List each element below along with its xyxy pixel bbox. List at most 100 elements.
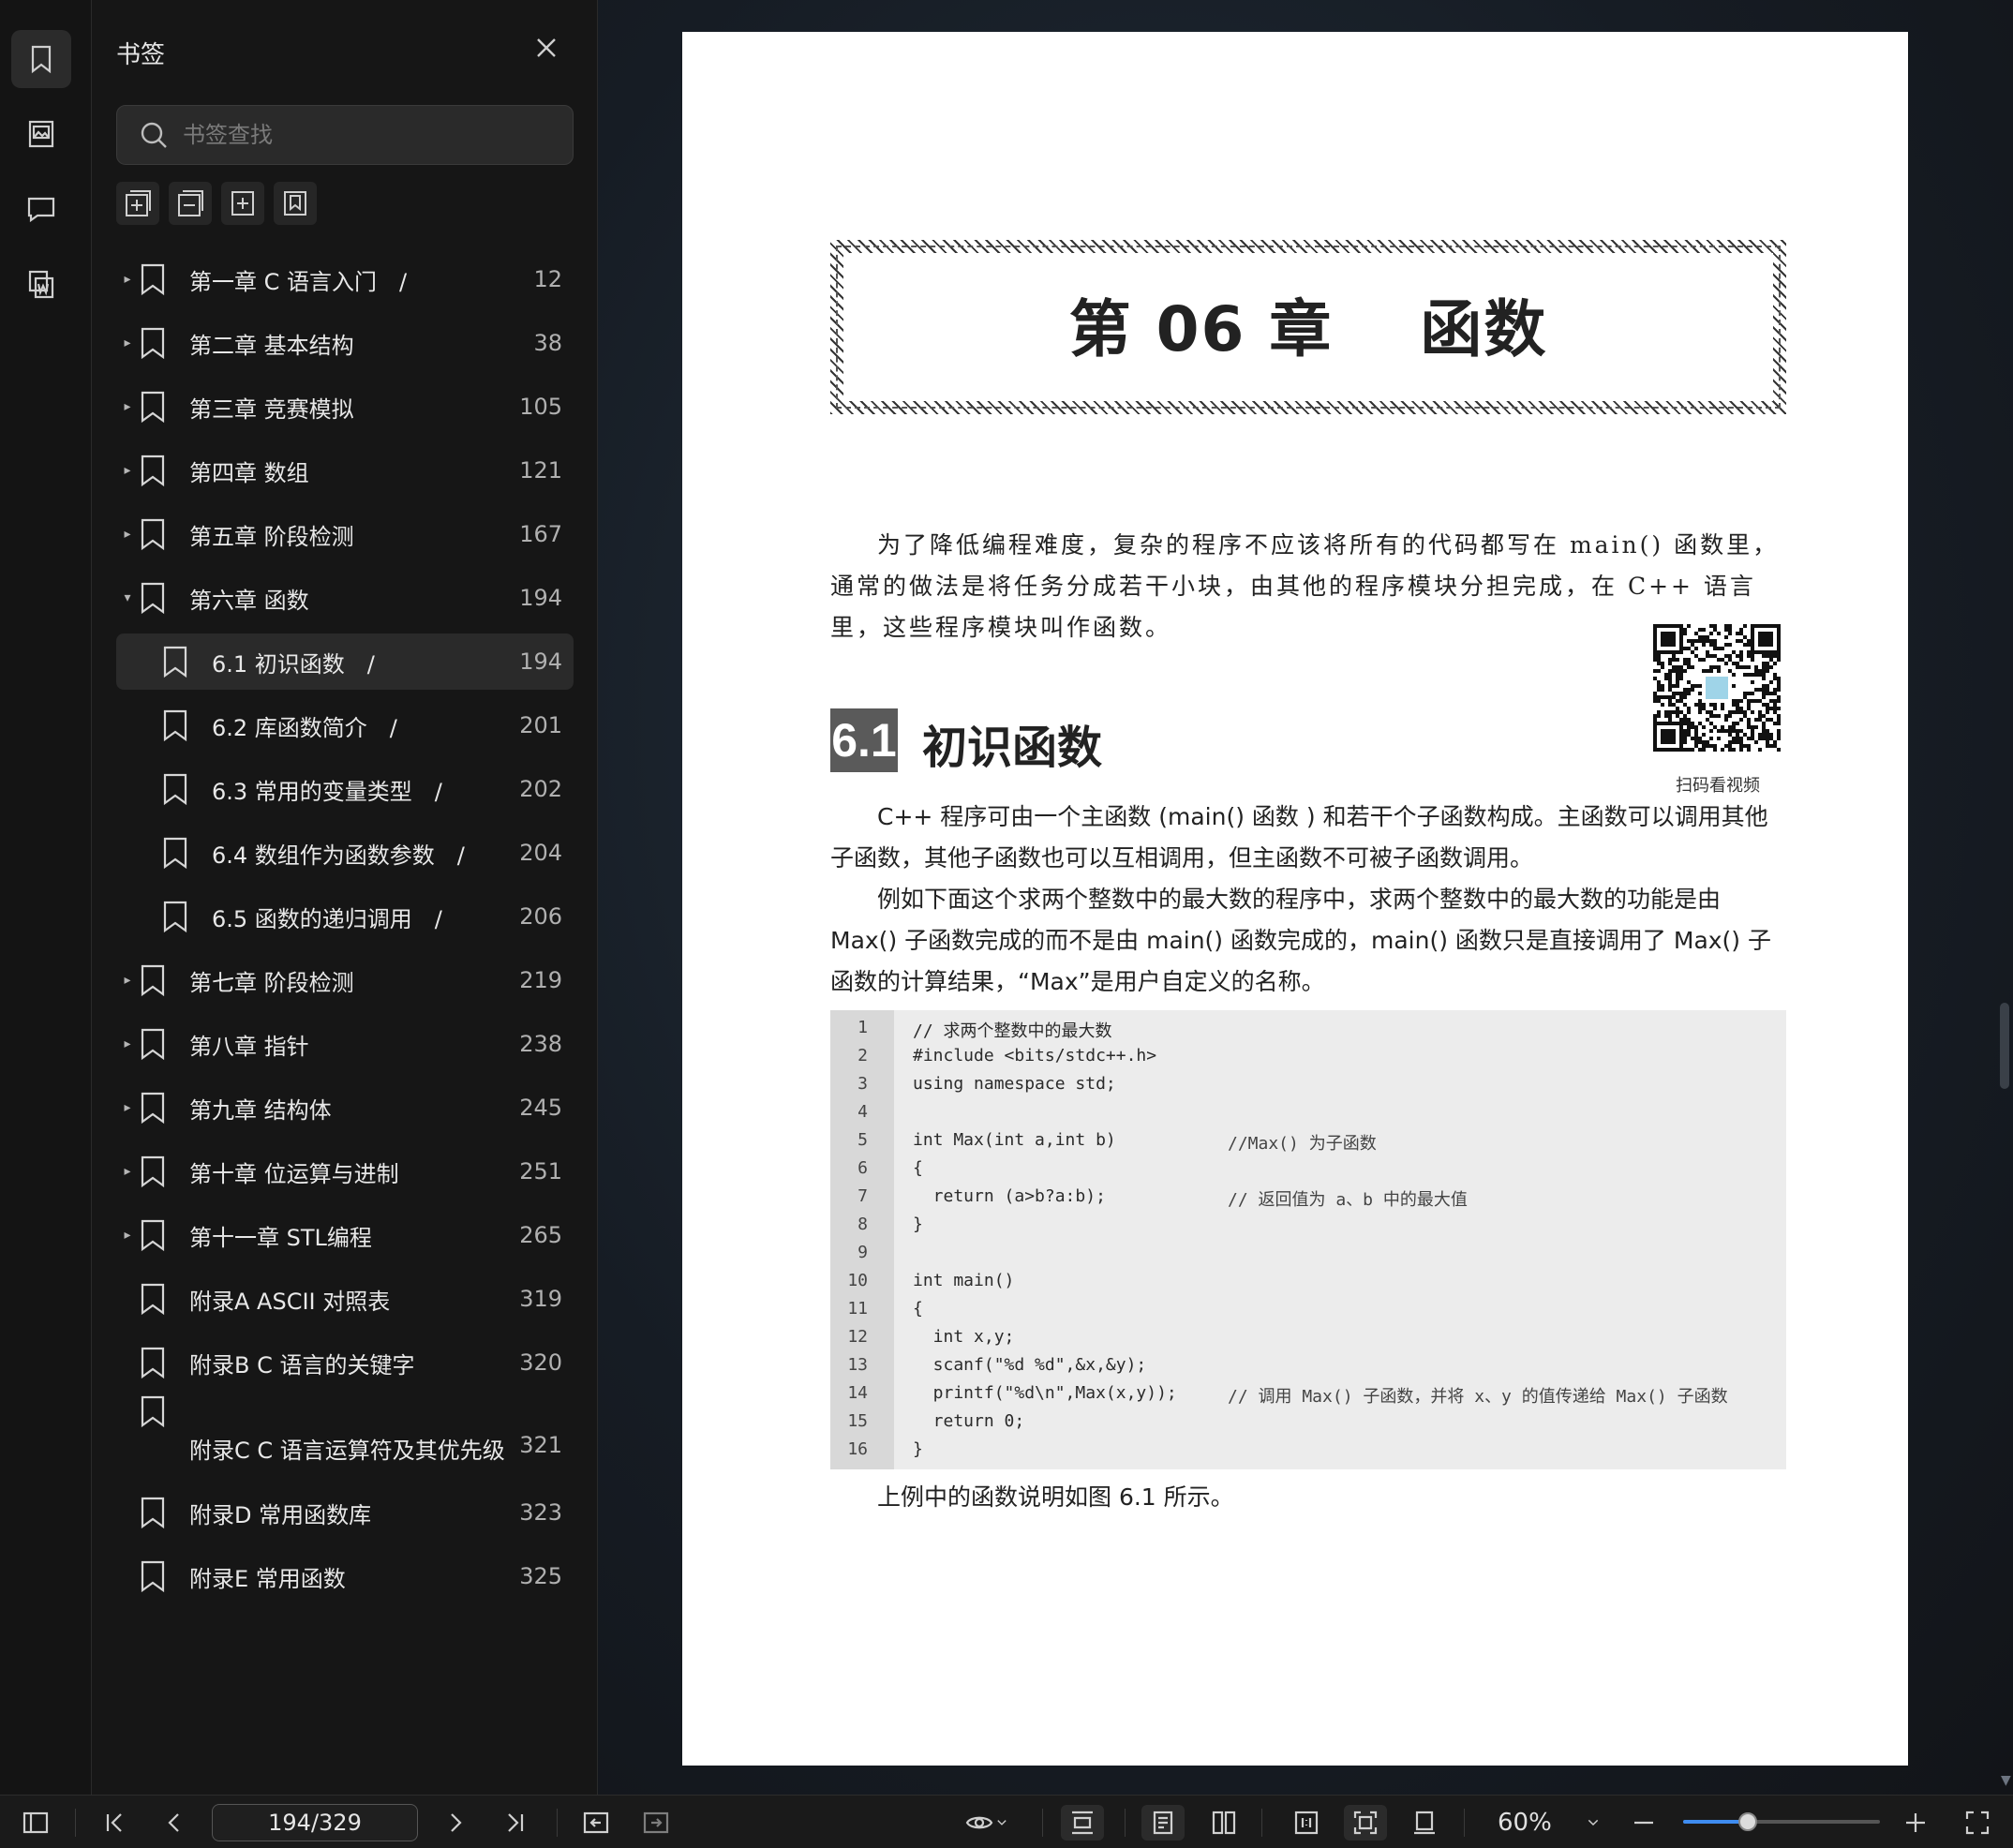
bookmark-item[interactable]: 附录A ASCII 对照表 319 bbox=[116, 1271, 574, 1327]
bookmark-item[interactable]: ▸ 第一章 C 语言入门 / 12 bbox=[116, 251, 574, 307]
bookmark-label: 附录C C 语言运算符及其优先级 bbox=[189, 1438, 505, 1464]
bookmark-item[interactable]: 附录E 常用函数 325 bbox=[116, 1548, 574, 1604]
code-line: 3 using namespace std; bbox=[830, 1074, 1786, 1102]
line-number: 7 bbox=[857, 1186, 868, 1206]
last-page-button[interactable] bbox=[499, 1805, 532, 1841]
code-text: } bbox=[913, 1439, 923, 1459]
add-bookmark-button[interactable] bbox=[221, 182, 264, 225]
chapter-title: 第 06 章 函数 bbox=[1068, 293, 1548, 365]
caret-right-icon[interactable]: ▸ bbox=[120, 335, 135, 350]
bookmark-label: 第六章 函数 bbox=[189, 587, 309, 614]
bookmark-item[interactable]: ▸ 第二章 基本结构 38 bbox=[116, 315, 574, 371]
fullscreen-button[interactable] bbox=[1959, 1805, 1996, 1841]
bookmark-page-button[interactable] bbox=[274, 182, 317, 225]
single-page-button[interactable] bbox=[1141, 1805, 1185, 1841]
bookmark-panel-button[interactable] bbox=[11, 30, 71, 88]
line-number: 9 bbox=[857, 1243, 868, 1262]
line-number: 11 bbox=[847, 1299, 868, 1319]
bookmark-item[interactable]: 6.1 初识函数 / 194 bbox=[116, 633, 574, 690]
line-number: 4 bbox=[857, 1102, 868, 1122]
bookmark-item[interactable]: ▸ 第九章 结构体 245 bbox=[116, 1080, 574, 1136]
caret-down-icon[interactable]: ▾ bbox=[120, 590, 135, 605]
bookmark-page-number: 265 bbox=[519, 1222, 562, 1248]
expand-all-button[interactable] bbox=[116, 182, 159, 225]
code-line: 14 printf("%d\n",Max(x,y)); // 调用 Max() 子… bbox=[830, 1383, 1786, 1411]
bookmark-item[interactable]: ▸ 第十一章 STL编程 265 bbox=[116, 1207, 574, 1263]
page-number-input[interactable] bbox=[212, 1804, 418, 1841]
bookmark-page-number: 206 bbox=[519, 903, 562, 930]
close-panel-button[interactable] bbox=[532, 34, 570, 71]
toggle-sidebar-button[interactable] bbox=[17, 1805, 54, 1841]
bookmark-item[interactable]: 6.4 数组作为函数参数 / 204 bbox=[116, 825, 574, 881]
bookmark-item[interactable]: 6.2 库函数简介 / 201 bbox=[116, 697, 574, 753]
bookmark-page-number: 167 bbox=[519, 521, 562, 547]
zoom-in-button[interactable] bbox=[1899, 1805, 1932, 1841]
bookmark-item[interactable]: ▾ 第六章 函数 194 bbox=[116, 570, 574, 626]
section-title: 初识函数 bbox=[922, 722, 1103, 774]
bookmark-search-input[interactable] bbox=[183, 122, 558, 148]
previous-page-button[interactable] bbox=[157, 1805, 191, 1841]
code-text: { bbox=[913, 1158, 923, 1178]
code-line: 16} bbox=[830, 1439, 1786, 1468]
collapse-all-button[interactable] bbox=[169, 182, 212, 225]
rotate-button[interactable] bbox=[1406, 1805, 1443, 1841]
line-number: 13 bbox=[847, 1355, 868, 1375]
bookmark-icon bbox=[139, 963, 167, 997]
fit-width-button[interactable] bbox=[1061, 1805, 1104, 1841]
zoom-dropdown-button[interactable] bbox=[1578, 1805, 1608, 1841]
close-icon bbox=[537, 38, 556, 57]
caret-right-icon[interactable]: ▸ bbox=[120, 1164, 135, 1179]
scroll-down-arrow-icon[interactable]: ▼ bbox=[2001, 1773, 2011, 1788]
bookmark-icon bbox=[139, 1091, 167, 1125]
back-button[interactable] bbox=[579, 1805, 613, 1841]
caret-right-icon[interactable]: ▸ bbox=[120, 527, 135, 542]
first-page-button[interactable] bbox=[97, 1805, 131, 1841]
bookmark-page-number: 321 bbox=[519, 1432, 562, 1458]
bookmark-item[interactable]: ▸ 第十章 位运算与进制 251 bbox=[116, 1143, 574, 1200]
caret-right-icon[interactable]: ▸ bbox=[120, 1036, 135, 1051]
actual-size-button[interactable] bbox=[1288, 1805, 1325, 1841]
bookmark-item[interactable]: ▸ 第八章 指针 238 bbox=[116, 1016, 574, 1072]
next-page-button[interactable] bbox=[439, 1805, 472, 1841]
fit-width-icon bbox=[1072, 1811, 1093, 1835]
code-text: using namespace std; bbox=[913, 1074, 1116, 1094]
code-line: 2 #include <bits/stdc++.h> bbox=[830, 1046, 1786, 1074]
caret-right-icon[interactable]: ▸ bbox=[120, 1100, 135, 1115]
zoom-slider[interactable] bbox=[1683, 1812, 1880, 1831]
zoom-slider-handle[interactable] bbox=[1738, 1812, 1758, 1831]
view-mode-dropdown[interactable] bbox=[958, 1805, 1018, 1841]
bookmark-item[interactable]: ▸ 第五章 阶段检测 167 bbox=[116, 506, 574, 562]
plus-icon bbox=[1906, 1813, 1925, 1832]
bookmark-item[interactable]: ▸ 第四章 数组 121 bbox=[116, 442, 574, 499]
bookmark-icon bbox=[139, 390, 167, 424]
zoom-out-button[interactable] bbox=[1627, 1805, 1661, 1841]
bookmark-icon bbox=[139, 326, 167, 360]
bookmark-page-number: 194 bbox=[519, 585, 562, 611]
fit-page-button[interactable] bbox=[1344, 1805, 1387, 1841]
zoom-level[interactable]: 60% bbox=[1498, 1809, 1552, 1837]
caret-right-icon[interactable]: ▸ bbox=[120, 272, 135, 287]
line-number: 5 bbox=[857, 1130, 868, 1150]
caret-right-icon[interactable]: ▸ bbox=[120, 399, 135, 414]
thumbnail-panel-button[interactable] bbox=[11, 105, 71, 163]
minus-icon bbox=[1634, 1821, 1653, 1825]
document-viewport[interactable]: 第 06 章 函数 为了降低编程难度，复杂的程序不应该将所有的代码都写在 mai… bbox=[598, 0, 2013, 1795]
word-export-button[interactable] bbox=[11, 255, 71, 313]
bookmark-item[interactable]: 附录B C 语言的关键字 320 bbox=[116, 1334, 574, 1391]
bookmark-item[interactable]: 6.5 函数的递归调用 / 206 bbox=[116, 888, 574, 945]
caret-right-icon[interactable]: ▸ bbox=[120, 973, 135, 988]
forward-button[interactable] bbox=[639, 1805, 673, 1841]
bookmark-item[interactable]: 附录C C 语言运算符及其优先级 321 bbox=[116, 1395, 574, 1464]
two-page-button[interactable] bbox=[1205, 1805, 1243, 1841]
caret-right-icon[interactable]: ▸ bbox=[120, 1228, 135, 1243]
caret-right-icon[interactable]: ▸ bbox=[120, 463, 135, 478]
bookmark-icon bbox=[139, 517, 167, 551]
code-line: 11 { bbox=[830, 1299, 1786, 1327]
code-line: 8} bbox=[830, 1215, 1786, 1243]
bookmark-item[interactable]: ▸ 第七章 阶段检测 219 bbox=[116, 952, 574, 1008]
bookmark-item[interactable]: 附录D 常用函数库 323 bbox=[116, 1484, 574, 1541]
vertical-scrollbar-thumb[interactable] bbox=[2000, 1003, 2009, 1089]
bookmark-item[interactable]: ▸ 第三章 竞赛模拟 105 bbox=[116, 379, 574, 435]
comment-panel-button[interactable] bbox=[11, 180, 71, 238]
bookmark-item[interactable]: 6.3 常用的变量类型 / 202 bbox=[116, 761, 574, 817]
